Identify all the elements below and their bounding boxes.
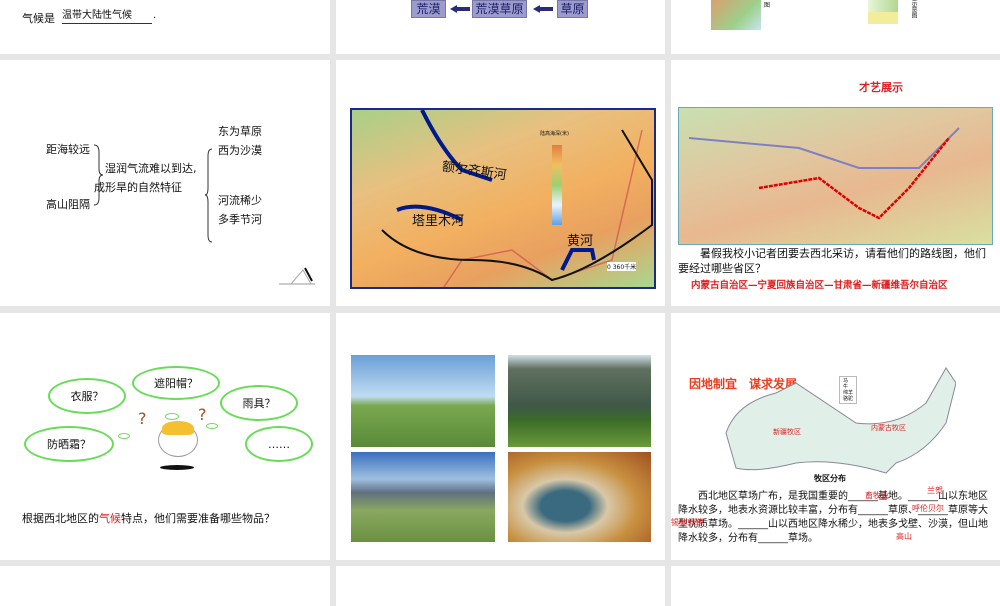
thought-cloud: 衣服？ [48,378,126,414]
answer-text: 兰贺 [927,486,943,495]
slide-thumbnail-3[interactable]: 图 示意图 [671,0,1000,54]
map-label: 内蒙古牧区 [871,424,906,432]
river-label: 黄河 [567,234,594,249]
fill-blank-paragraph: 西北地区草场广布，是我国重要的______基地。______山以东地区降水较多，… [678,491,988,544]
thought-bubble [206,423,218,429]
cloud-text: 雨具？ [242,397,276,410]
route-map [678,107,993,245]
map-label: 新疆牧区 [773,428,801,436]
photo-forest-cliff [508,355,651,447]
answer-text: 畜牧业 [865,491,889,500]
arrow-left-icon [450,5,470,13]
cause-far-from-sea: 距海较远 [46,143,90,156]
result-text: 东为草原 [218,125,262,138]
box-desert: 荒漠 [411,0,446,18]
map-caption: 牧区分布 [814,474,846,483]
slide-thumbnail-10[interactable] [0,566,330,606]
cloud-text: 防晒霜？ [47,438,91,451]
ruler-icon [279,267,315,285]
photo-grassland-sheep [351,355,495,447]
slide-thumbnail-11[interactable] [336,566,665,606]
arrow-left-icon [533,5,553,13]
physical-map: 额尔齐斯河 塔里木河 黄河 陆高海深(米) 0 360千米 [350,108,656,289]
climate-prefix: 气候是 [22,12,55,25]
slide-thumbnail-6[interactable]: 才艺展示 暑假我校小记者团要去西北采访，请看他们的路线图，他们要经过哪些省区？ … [671,60,1000,306]
legend-item: 骆驼 [843,396,854,402]
slide-title: 才艺展示 [859,81,903,94]
thought-cloud: 防晒霜？ [24,426,114,462]
photo-desert-river [508,452,651,542]
photo-mountain-horses [351,452,495,542]
answer-text: 锡林郭勒 [671,518,703,527]
middle-text: 成形旱的自然特征 [94,181,182,194]
scale-bar: 0 360千米 [607,262,637,271]
box-steppe: 草原 [557,0,588,18]
answer-text: 内蒙古自治区—宁夏回族自治区—甘肃省—新疆维吾尔自治区 [691,280,948,291]
map-label: 示意图 [910,0,917,18]
map-label: 图 [764,2,771,9]
slide-thumbnail-4[interactable]: 距海较远 高山阻隔 湿润气流难以到达, 成形旱的自然特征 东为草原 西为沙漠 河… [0,60,330,306]
map-legend: 马 牛 绵羊 骆驼 [839,376,858,404]
slide-thumbnail-1[interactable]: 气候是 温带大陆性气候 . [0,0,330,54]
period: . [153,10,157,21]
slide-thumbnail-2[interactable]: 荒漠 荒漠草原 草原 [336,0,665,54]
thought-cloud: 遮阳帽？ [132,366,220,400]
map-lines [381,110,653,287]
slide-thumbnail-5[interactable]: 额尔齐斯河 塔里木河 黄河 陆高海深(米) 0 360千米 [336,60,665,306]
result-text: 西为沙漠 [218,144,262,157]
cause-mountains: 高山阻隔 [46,198,90,211]
route-line [688,127,960,220]
thought-cloud: …… [245,426,313,462]
question-part: 根据西北地区的 [22,512,99,525]
map-thumbnail [868,0,898,12]
elevation-legend [552,145,562,225]
cloud-text: 衣服？ [70,390,104,403]
thought-cloud: 雨具？ [220,385,298,421]
river-label: 塔里木河 [412,214,465,229]
slide-thumbnail-9[interactable]: 因地制宜 谋求发展 新疆牧区 内蒙古牧区 马 牛 绵羊 骆驼 牧区分布 西北地区… [671,313,1000,560]
answer-text: 呼伦贝尔 [912,504,944,513]
answer-text: 高山 [896,532,912,541]
slide-thumbnail-12[interactable] [671,566,1000,606]
legend-title: 陆高海深(米) [540,131,569,137]
question-text: 暑假我校小记者团要去西北采访，请看他们的路线图，他们要经过哪些省区？ [678,247,986,275]
result-text: 河流稀少 [218,194,262,207]
cartoon-cat-icon: ? ? [138,405,207,470]
cloud-text: 遮阳帽？ [154,377,198,390]
question-text: 根据西北地区的气候特点，他们需要准备哪些物品？ [22,510,275,526]
cloud-text: …… [268,437,290,451]
brace-icon [93,144,104,206]
question-keyword: 气候 [99,512,121,525]
thought-bubble [118,433,130,439]
slide-thumbnail-7[interactable]: 衣服？ 遮阳帽？ 雨具？ 防晒霜？ …… ? ? 根据西北地区的气候特点，他们需… [0,313,330,560]
climate-answer: 温带大陆性气候 [62,6,152,24]
pastoral-region-map [725,367,956,474]
brace-icon [204,148,213,243]
result-text: 多季节河 [218,213,262,226]
profile-thumbnail [868,12,898,24]
question-part: 特点，他们需要准备哪些物品？ [121,512,275,525]
slide-thumbnail-8[interactable] [336,313,665,560]
map-thumbnail [711,0,761,30]
middle-text: 湿润气流难以到达, [105,162,197,175]
box-desert-steppe: 荒漠草原 [472,0,527,18]
